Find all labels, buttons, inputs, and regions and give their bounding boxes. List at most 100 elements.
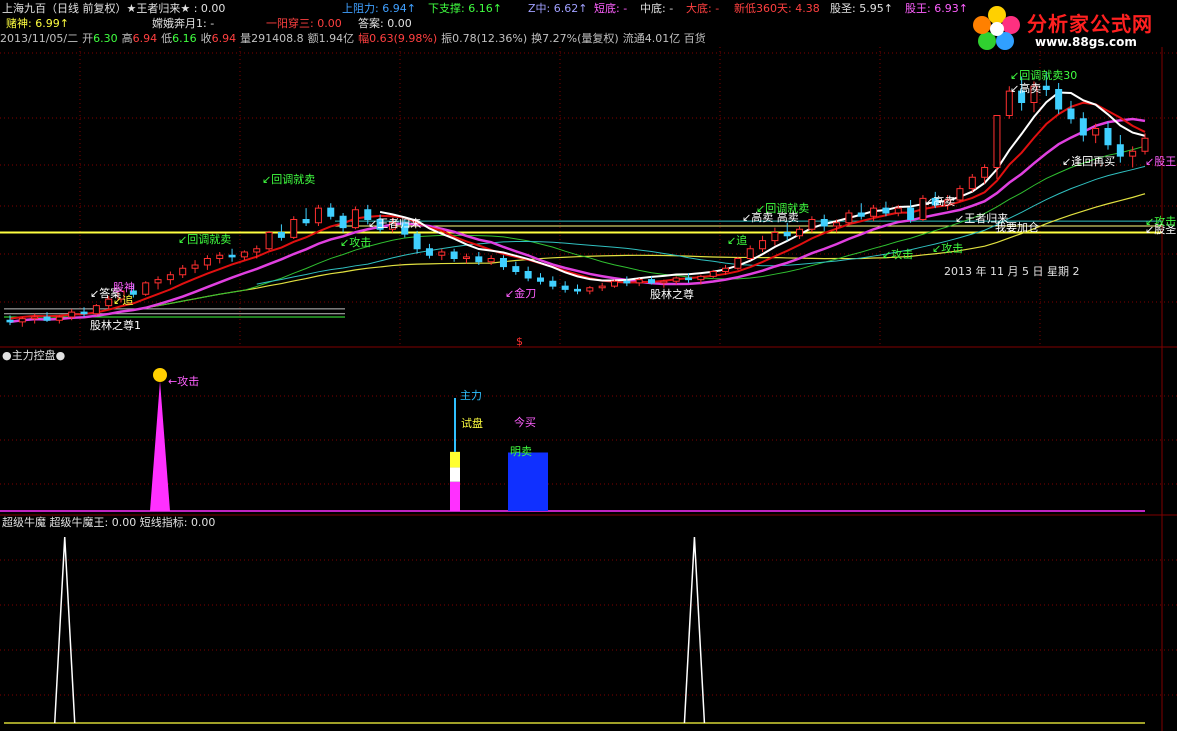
candle-body [524,271,532,279]
candle-body [993,115,1001,168]
candle-body [586,287,594,292]
jinmai-label: 今买 [514,415,536,429]
candle-body [1055,89,1063,110]
candle-body [154,279,162,284]
attack-label: ←攻击 [168,374,199,388]
candle-body [6,319,14,323]
candle-body [956,188,964,201]
candle-body [216,254,224,259]
candle-body [92,305,100,315]
main-label-6: ↙王者归来 [368,216,421,230]
candle-body [968,176,976,190]
candle-body [1129,150,1137,157]
candle-body [191,264,199,269]
main-label-17: 我要加仓 [995,220,1039,234]
candle-body [55,316,63,321]
candle-body [166,274,174,281]
main-label-22: ↙攻击 [340,235,371,249]
candle-body [1116,144,1124,157]
candle-body [672,277,680,282]
candle-body [820,219,828,227]
candle-body [1079,118,1087,136]
pane2-title: ●主力控盘● [2,349,66,362]
candle-body [536,277,544,282]
candle-body [290,219,298,238]
shipan-label: 试盘 [461,416,483,430]
candle-body [759,240,767,250]
candle-body [80,311,88,315]
candle-body [487,258,495,263]
attack-face-icon [153,368,167,382]
candle-body [894,207,902,214]
candle-body [709,271,717,277]
candle-body [302,219,310,224]
candle-body [438,251,446,256]
candle-body [882,207,890,214]
mingmai-label: 明卖 [510,445,532,458]
main-label-9: 股林之尊 [650,287,694,301]
pane3-item1-label: 超级牛魔王: [49,516,109,529]
candle-body [697,275,705,281]
candle-body [228,254,236,258]
candle-body [327,207,335,217]
candle-body [561,285,569,290]
candle-body [907,207,915,220]
chart-canvas: ↙答案股神↙追股林之尊1↙回调就卖↙回调就卖↙王者归来↙金刀$股林之尊↙回调就卖… [0,47,1177,731]
main-label-18: ↙攻击 [882,247,913,261]
main-label-24: ↙攻击 [1145,214,1176,228]
candle-body [833,222,841,227]
candle-body [623,280,631,284]
candle-body [845,212,853,224]
candle-body [857,212,865,217]
candle-body [413,233,421,250]
main-label-19: ↙攻击 [932,241,963,255]
candle-body [1104,128,1112,146]
main-label-7: ↙金刀 [505,286,536,300]
candle-body [18,318,26,323]
candle-body [771,232,779,242]
candle-body [31,316,39,320]
candle-body [277,232,285,238]
main-label-4: ↙回调就卖 [178,232,231,246]
pane3-title-row: 超级牛魔 超级牛魔王: 0.00 短线指标: 0.00 [2,516,215,530]
candle-body [314,207,322,224]
zhuli-segment-1 [450,467,460,482]
zhuli-segment-0 [450,481,460,511]
ma-white-line [379,91,1146,282]
candle-body [746,248,754,259]
zhuli-label: 主力 [460,389,482,402]
candle-body [179,267,187,276]
main-label-15: ↙高卖 [1010,81,1041,95]
candle-body [1067,108,1075,120]
main-label-14: ↙回调就卖30 [1010,68,1077,82]
candle-body [68,311,76,318]
pane3-item2-label: 短线指标: [139,516,188,529]
candle-body [462,256,470,259]
candle-body [870,207,878,217]
candle-body [339,215,347,229]
main-label-20: ↙逢回再买 [1062,155,1115,168]
candle-body [240,251,248,258]
candle-body [722,267,730,272]
main-label-21: ↙股王 [1145,155,1176,168]
candle-body [549,280,557,287]
candle-body [808,219,816,230]
pane3-item2-value: 0.00 [190,516,216,529]
candle-body [1042,85,1050,90]
candle-body [499,258,507,268]
main-label-2: ↙追 [113,293,133,307]
candle-body [648,279,656,284]
candle-body [685,277,693,281]
candle-body [734,258,742,269]
candle-body [253,248,261,253]
candle-body [265,232,273,250]
candle-body [1092,128,1100,136]
main-label-5: ↙回调就卖 [262,172,315,186]
date-readout: 2013 年 11 月 5 日 星期 2 [944,264,1079,278]
candle-body [475,256,483,263]
main-label-3: 股林之尊1 [90,318,141,332]
main-label-12: ↙追 [727,233,747,247]
jinmai-bar [508,452,548,511]
niumo-spike-1 [683,536,706,724]
candle-body [783,232,791,237]
